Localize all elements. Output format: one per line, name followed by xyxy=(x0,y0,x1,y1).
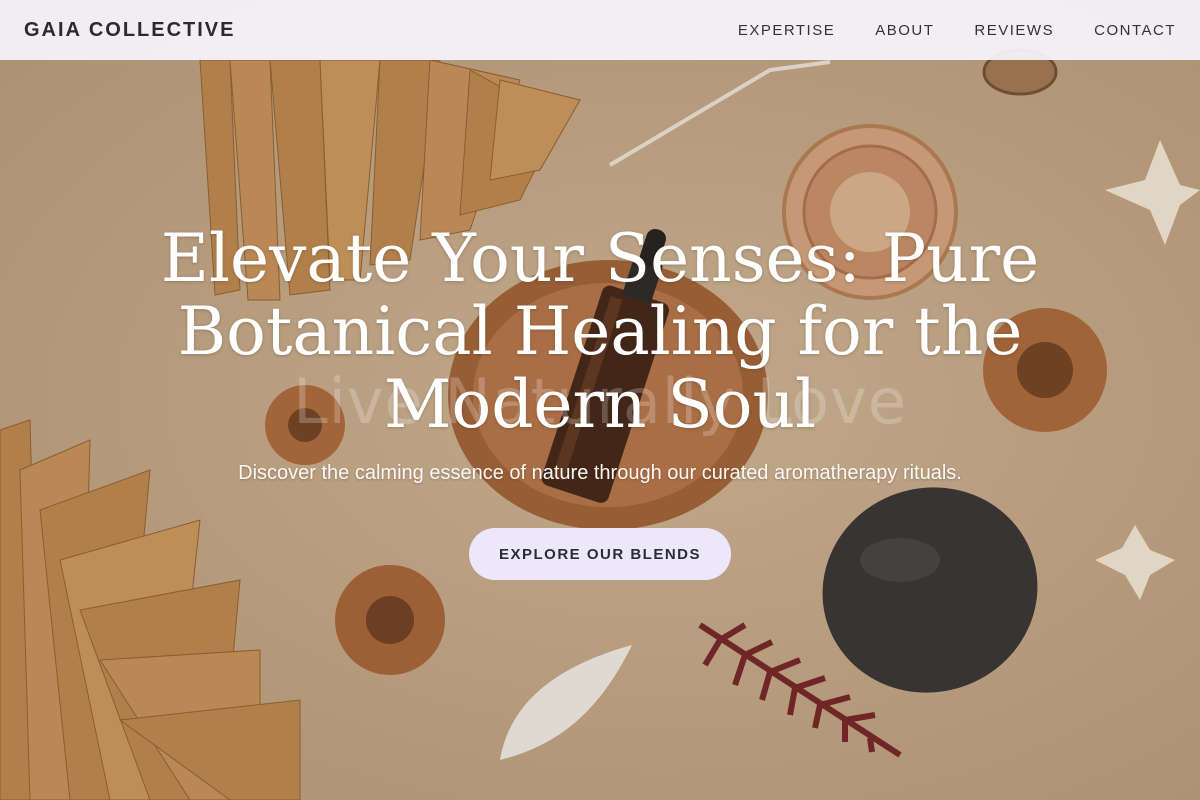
nav-link-reviews[interactable]: REVIEWS xyxy=(974,22,1054,39)
hero-content: Live Naturally Love Elevate Your Senses:… xyxy=(0,0,1200,800)
brand-logo[interactable]: GAIA COLLECTIVE xyxy=(24,19,235,42)
nav-link-contact[interactable]: CONTACT xyxy=(1094,22,1176,39)
explore-blends-button[interactable]: EXPLORE OUR BLENDS xyxy=(469,528,731,580)
main-nav: EXPERTISE ABOUT REVIEWS CONTACT xyxy=(738,22,1176,39)
hero-headline: Elevate Your Senses: Pure Botanical Heal… xyxy=(160,220,1040,443)
hero-subtitle: Discover the calming essence of nature t… xyxy=(238,462,962,484)
site-header: GAIA COLLECTIVE EXPERTISE ABOUT REVIEWS … xyxy=(0,0,1200,60)
nav-link-about[interactable]: ABOUT xyxy=(875,22,934,39)
nav-link-expertise[interactable]: EXPERTISE xyxy=(738,22,835,39)
